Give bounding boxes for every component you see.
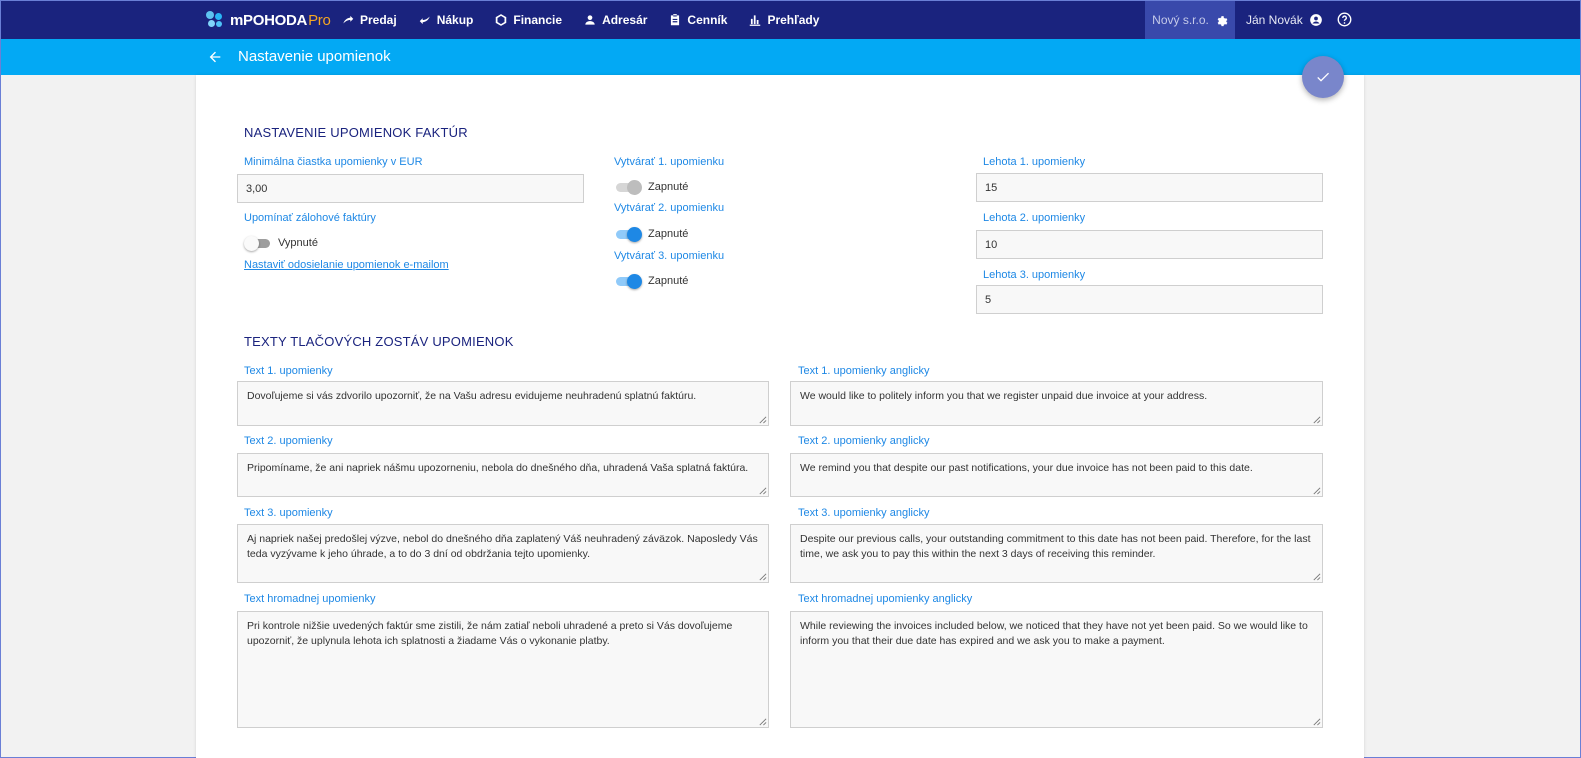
- text-1-en-label: Text 1. upomienky anglicky: [798, 365, 930, 377]
- help-button[interactable]: [1337, 12, 1352, 32]
- top-navigation-bar: mPOHODA Pro Predaj Nákup Financie Adresár…: [1, 1, 1580, 39]
- toggle-state-label: Zapnuté: [648, 275, 689, 287]
- user-name: Ján Novák: [1246, 13, 1303, 27]
- company-name: Nový s.r.o.: [1152, 13, 1209, 27]
- deadline-3-input[interactable]: 5: [976, 285, 1323, 314]
- nav-item-adresar[interactable]: Adresár: [583, 13, 647, 27]
- purchase-icon: [419, 16, 430, 25]
- textarea-value: Pripomíname, že ani napriek nášmu upozor…: [247, 462, 749, 474]
- settings-card: NASTAVENIE UPOMIENOK FAKTÚR Minimálna či…: [196, 75, 1364, 758]
- main-nav: Predaj Nákup Financie Adresár Cenník Pre…: [341, 1, 840, 39]
- text-1-en-textarea[interactable]: We would like to politely inform you tha…: [790, 381, 1323, 426]
- text-2-textarea[interactable]: Pripomíname, že ani napriek nášmu upozor…: [237, 453, 769, 497]
- toggle-state-label: Zapnuté: [648, 228, 689, 240]
- deadline-2-input[interactable]: 10: [976, 230, 1323, 259]
- nav-item-prehlady[interactable]: Prehľady: [748, 13, 819, 27]
- textarea-value: Dovoľujeme si vás zdvorilo upozorniť, že…: [247, 390, 697, 402]
- email-reminders-link[interactable]: Nastaviť odosielanie upomienok e-mailom: [244, 259, 449, 271]
- arrow-left-icon[interactable]: [207, 49, 223, 65]
- text-3-textarea[interactable]: Aj napriek našej predošlej výzve, nebol …: [237, 524, 769, 583]
- page-header: Nastavenie upomienok: [1, 39, 1580, 75]
- save-button[interactable]: [1302, 56, 1344, 98]
- app-logo[interactable]: mPOHODA Pro: [206, 1, 331, 39]
- textarea-value: While reviewing the invoices included be…: [800, 620, 1308, 647]
- app-name: mPOHODA: [230, 11, 308, 29]
- text-2-en-textarea[interactable]: We remind you that despite our past noti…: [790, 453, 1323, 497]
- create-reminder-1-row: Zapnuté: [614, 179, 688, 195]
- nav-item-nakup[interactable]: Nákup: [418, 13, 474, 27]
- deposit-invoices-toggle[interactable]: [244, 235, 271, 251]
- gear-icon: [1217, 15, 1228, 26]
- create-reminder-2-toggle[interactable]: [614, 226, 642, 242]
- resize-handle-icon[interactable]: [1312, 415, 1321, 424]
- min-amount-input[interactable]: 3,00: [237, 174, 584, 203]
- resize-handle-icon[interactable]: [758, 486, 767, 495]
- textarea-value: Despite our previous calls, your outstan…: [800, 533, 1311, 560]
- bar-chart-icon: [750, 15, 761, 26]
- resize-handle-icon[interactable]: [758, 415, 767, 424]
- text-1-textarea[interactable]: Dovoľujeme si vás zdvorilo upozorniť, že…: [237, 381, 769, 426]
- deadline-2-label: Lehota 2. upomienky: [983, 212, 1086, 224]
- textarea-value: We would like to politely inform you tha…: [800, 390, 1208, 402]
- text-bulk-en-label: Text hromadnej upomienky anglicky: [798, 593, 973, 605]
- sales-icon: [343, 15, 354, 24]
- text-2-label: Text 2. upomienky: [244, 435, 333, 447]
- pricelist-icon: [671, 14, 680, 26]
- nav-item-label: Prehľady: [767, 13, 820, 27]
- create-reminder-1-toggle: [614, 179, 642, 195]
- app-edition: Pro: [308, 11, 331, 29]
- create-reminder-2-row: Zapnuté: [614, 226, 688, 242]
- nav-item-label: Cenník: [687, 13, 728, 27]
- toggle-state-label: Vypnuté: [278, 237, 318, 249]
- resize-handle-icon[interactable]: [1312, 717, 1321, 726]
- resize-handle-icon[interactable]: [1312, 572, 1321, 581]
- deposit-invoices-label: Upomínať zálohové faktúry: [244, 212, 376, 224]
- text-2-en-label: Text 2. upomienky anglicky: [798, 435, 930, 447]
- finance-icon: [496, 14, 507, 26]
- company-selector[interactable]: Nový s.r.o.: [1145, 1, 1235, 39]
- check-icon: [1317, 72, 1329, 82]
- nav-item-label: Nákup: [436, 13, 474, 27]
- text-3-en-label: Text 3. upomienky anglicky: [798, 507, 930, 519]
- deadline-3-label: Lehota 3. upomienky: [983, 269, 1086, 281]
- text-1-label: Text 1. upomienky: [244, 365, 333, 377]
- nav-item-label: Predaj: [360, 13, 397, 27]
- text-bulk-en-textarea[interactable]: While reviewing the invoices included be…: [790, 611, 1323, 728]
- textarea-value: We remind you that despite our past noti…: [800, 462, 1253, 474]
- text-bulk-label: Text hromadnej upomienky: [244, 593, 376, 605]
- section-title-settings: NASTAVENIE UPOMIENOK FAKTÚR: [244, 125, 468, 140]
- page-title: Nastavenie upomienok: [238, 48, 391, 65]
- create-reminder-3-row: Zapnuté: [614, 273, 688, 289]
- nav-item-predaj[interactable]: Predaj: [341, 13, 397, 27]
- create-reminder-2-label: Vytvárať 2. upomienku: [614, 202, 725, 214]
- section-title-texts: TEXTY TLAČOVÝCH ZOSTÁV UPOMIENOK: [244, 334, 514, 349]
- deadline-1-input[interactable]: 15: [976, 173, 1323, 202]
- resize-handle-icon[interactable]: [758, 717, 767, 726]
- nav-item-label: Financie: [513, 13, 563, 27]
- logo-icon: [206, 11, 224, 29]
- resize-handle-icon[interactable]: [1312, 486, 1321, 495]
- text-bulk-textarea[interactable]: Pri kontrole nižšie uvedených faktúr sme…: [237, 611, 769, 728]
- textarea-value: Aj napriek našej predošlej výzve, nebol …: [247, 533, 758, 560]
- person-icon: [585, 15, 595, 25]
- help-circle-icon: [1337, 12, 1352, 27]
- create-reminder-3-toggle[interactable]: [614, 273, 642, 289]
- resize-handle-icon[interactable]: [758, 572, 767, 581]
- textarea-value: Pri kontrole nižšie uvedených faktúr sme…: [247, 620, 733, 647]
- create-reminder-3-label: Vytvárať 3. upomienku: [614, 250, 725, 262]
- nav-item-label: Adresár: [602, 13, 648, 27]
- user-menu[interactable]: Ján Novák: [1246, 1, 1323, 39]
- account-circle-icon: [1309, 14, 1322, 26]
- min-amount-label: Minimálna čiastka upomienky v EUR: [244, 156, 423, 168]
- deadline-1-label: Lehota 1. upomienky: [983, 156, 1086, 168]
- nav-item-cennik[interactable]: Cenník: [668, 13, 727, 27]
- text-3-en-textarea[interactable]: Despite our previous calls, your outstan…: [790, 524, 1323, 583]
- deposit-invoices-toggle-row: Vypnuté: [244, 235, 318, 251]
- text-3-label: Text 3. upomienky: [244, 507, 333, 519]
- nav-item-financie[interactable]: Financie: [494, 13, 562, 27]
- toggle-state-label: Zapnuté: [648, 181, 689, 193]
- create-reminder-1-label: Vytvárať 1. upomienku: [614, 156, 725, 168]
